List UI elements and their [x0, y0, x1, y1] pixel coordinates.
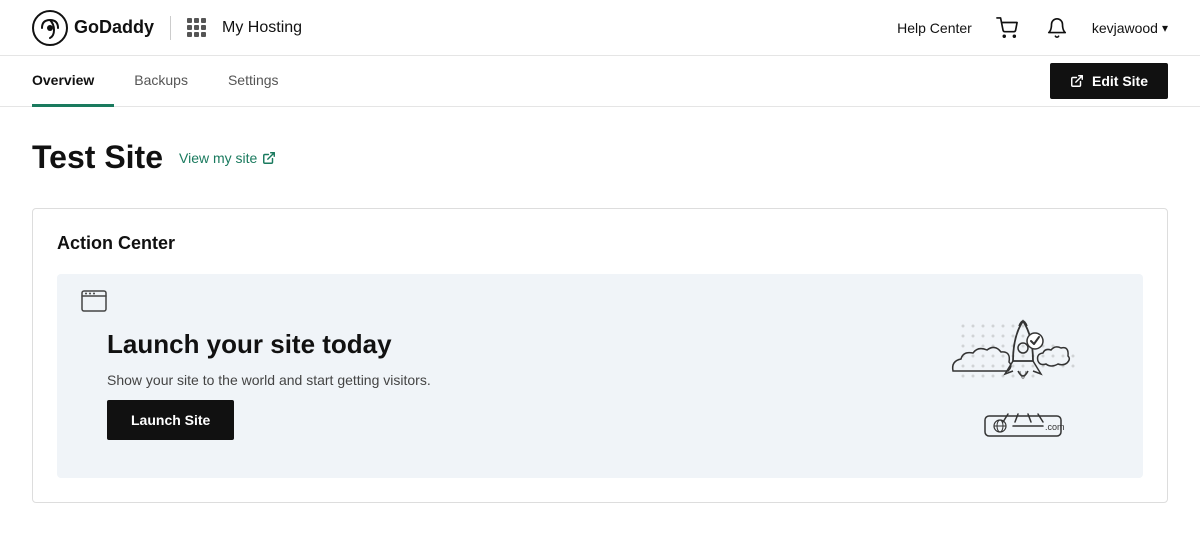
- action-center-card: Action Center Launch your site today Sho…: [32, 208, 1168, 503]
- view-site-label: View my site: [179, 150, 257, 166]
- main-content: Test Site View my site Action Center: [0, 107, 1200, 535]
- launch-banner: Launch your site today Show your site to…: [57, 274, 1143, 478]
- rocket-svg: .com: [943, 306, 1103, 446]
- header: GoDaddy My Hosting Help Center: [0, 0, 1200, 56]
- bell-icon: [1046, 17, 1068, 39]
- edit-site-label: Edit Site: [1092, 73, 1148, 89]
- header-divider: [170, 16, 171, 40]
- edit-site-button[interactable]: Edit Site: [1050, 63, 1168, 99]
- grid-dot: [201, 32, 206, 37]
- user-menu[interactable]: kevjawood ▾: [1092, 20, 1168, 36]
- svg-text:.com: .com: [1045, 422, 1065, 432]
- window-icon: [81, 290, 107, 317]
- launch-site-button[interactable]: Launch Site: [107, 400, 234, 440]
- grid-dot: [187, 32, 192, 37]
- cart-icon: [996, 17, 1018, 39]
- external-link-icon: [1070, 74, 1084, 88]
- grid-dot: [201, 25, 206, 30]
- header-right: Help Center kevjawood ▾: [897, 13, 1168, 43]
- launch-desc: Show your site to the world and start ge…: [107, 372, 431, 388]
- grid-dot: [194, 25, 199, 30]
- external-link-small-icon: [262, 151, 276, 165]
- tab-backups[interactable]: Backups: [114, 56, 208, 107]
- launch-banner-left: Launch your site today Show your site to…: [97, 313, 431, 440]
- logo: GoDaddy: [32, 10, 154, 46]
- godaddy-logo-icon: [32, 10, 68, 46]
- view-site-link[interactable]: View my site: [179, 150, 276, 166]
- my-hosting-label[interactable]: My Hosting: [222, 19, 302, 37]
- page-title-row: Test Site View my site: [32, 139, 1168, 176]
- tab-settings[interactable]: Settings: [208, 56, 299, 107]
- nav-tabs-left: Overview Backups Settings: [32, 56, 299, 106]
- tab-overview[interactable]: Overview: [32, 56, 114, 107]
- cart-icon-button[interactable]: [992, 13, 1022, 43]
- page-title: Test Site: [32, 139, 163, 176]
- notification-icon-button[interactable]: [1042, 13, 1072, 43]
- launch-title: Launch your site today: [107, 329, 431, 360]
- rocket-illustration: .com: [943, 306, 1103, 446]
- chevron-down-icon: ▾: [1162, 21, 1168, 35]
- grid-icon[interactable]: [187, 18, 206, 37]
- username: kevjawood: [1092, 20, 1158, 36]
- action-center-title: Action Center: [57, 233, 1143, 254]
- help-center-link[interactable]: Help Center: [897, 20, 972, 36]
- nav-tabs: Overview Backups Settings Edit Site: [0, 56, 1200, 107]
- logo-text: GoDaddy: [74, 17, 154, 38]
- grid-dot: [187, 25, 192, 30]
- grid-dot: [194, 32, 199, 37]
- grid-dot: [194, 18, 199, 23]
- header-left: GoDaddy My Hosting: [32, 10, 302, 46]
- grid-dot: [187, 18, 192, 23]
- grid-dot: [201, 18, 206, 23]
